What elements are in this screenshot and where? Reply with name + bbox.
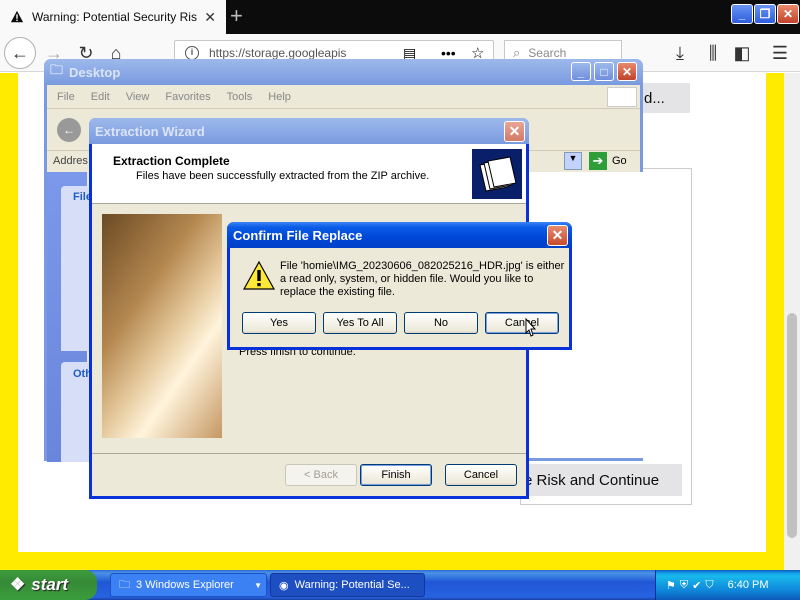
address-dropdown-icon[interactable]: ▼ — [564, 152, 582, 170]
back-button[interactable]: < Back — [285, 464, 357, 486]
folder-icon: 🗀 — [119, 578, 130, 591]
sidebar-icon[interactable]: ◧ — [728, 39, 756, 67]
maximize-button[interactable]: ❐ — [754, 4, 776, 24]
menu-tools[interactable]: Tools — [227, 91, 253, 103]
confirm-file-replace-dialog: Confirm File Replace ✕ File 'homie\IMG_2… — [227, 222, 572, 350]
new-tab-button[interactable]: + — [230, 3, 243, 29]
browser-tab[interactable]: Warning: Potential Security Risk A ✕ — [0, 0, 226, 34]
windows-logo-icon — [607, 87, 637, 107]
wizard-divider — [92, 453, 526, 454]
close-button[interactable]: ✕ — [777, 4, 799, 24]
menu-icon[interactable]: ☰ — [766, 39, 794, 67]
windows-flag-icon: ❖ — [10, 575, 26, 594]
security-shield-icon[interactable]: ⛨ — [680, 579, 688, 592]
page-scrollbar[interactable] — [784, 73, 800, 570]
desktop-minimize-button[interactable]: _ — [571, 62, 591, 81]
go-arrow-icon[interactable]: ➔ — [589, 152, 607, 170]
wizard-subheading: Files have been successfully extracted f… — [136, 170, 430, 182]
address-label: Addres — [53, 155, 88, 167]
go-label[interactable]: Go — [612, 155, 627, 167]
start-label: start — [31, 575, 69, 594]
wizard-titlebar[interactable]: Extraction Wizard ✕ — [89, 118, 529, 144]
wizard-title: Extraction Wizard — [95, 123, 205, 139]
menu-edit[interactable]: Edit — [91, 91, 110, 103]
scrollbar-thumb[interactable] — [787, 313, 797, 538]
finish-button[interactable]: Finish — [360, 464, 432, 486]
desktop-title: Desktop — [69, 64, 121, 80]
yes-button[interactable]: Yes — [242, 312, 316, 334]
taskbar-explorer-button[interactable]: 🗀 3 Windows Explorer ▼ — [110, 573, 267, 597]
dialog-title: Confirm File Replace — [233, 227, 363, 243]
folder-icon: 🗀 — [50, 62, 64, 77]
url-text: https://storage.googleapis — [209, 46, 347, 60]
dialog-message: File 'homie\IMG_20230606_082025216_HDR.j… — [280, 260, 565, 298]
warning-icon — [10, 10, 24, 23]
network-icon[interactable]: ⚑ — [666, 579, 676, 592]
menu-view[interactable]: View — [126, 91, 150, 103]
task-pane: File Oth — [47, 172, 101, 462]
dialog-titlebar[interactable]: Confirm File Replace ✕ — [227, 222, 572, 248]
desktop-close-button[interactable]: ✕ — [617, 62, 637, 81]
advanced-button[interactable]: d... — [640, 83, 690, 113]
desktop-maximize-button[interactable]: □ — [594, 62, 614, 81]
desktop-titlebar[interactable]: 🗀 Desktop _ □ ✕ — [44, 59, 643, 85]
no-button[interactable]: No — [404, 312, 478, 334]
start-button[interactable]: ❖ start — [0, 570, 97, 600]
taskbar-firefox-label: Warning: Potential Se... — [294, 579, 410, 591]
wizard-header: Extraction Complete Files have been succ… — [92, 144, 526, 204]
menu-favorites[interactable]: Favorites — [165, 91, 210, 103]
group-arrow-icon: ▼ — [254, 580, 262, 590]
wizard-cancel-button[interactable]: Cancel — [445, 464, 517, 486]
accept-risk-button[interactable]: e Risk and Continue — [520, 464, 682, 496]
warning-icon — [243, 260, 275, 290]
back-button[interactable]: ← — [4, 37, 36, 69]
update-icon[interactable]: ✔ — [692, 579, 701, 592]
tab-title: Warning: Potential Security Risk A — [32, 10, 197, 24]
taskbar-explorer-label: 3 Windows Explorer — [136, 579, 234, 591]
menu-file[interactable]: File — [57, 91, 75, 103]
mouse-cursor-icon — [525, 318, 537, 337]
tab-close-icon[interactable]: ✕ — [204, 9, 216, 26]
clock[interactable]: 6:40 PM — [728, 579, 769, 591]
info-icon[interactable]: i — [185, 46, 199, 60]
wizard-heading: Extraction Complete — [113, 154, 230, 168]
menu-help[interactable]: Help — [268, 91, 291, 103]
zip-folder-icon — [472, 149, 522, 199]
system-tray: ⚑ ⛨ ✔ ⛉ 6:40 PM — [655, 570, 800, 600]
wizard-close-button[interactable]: ✕ — [504, 121, 525, 142]
download-icon[interactable]: ⤓ — [666, 39, 694, 67]
library-icon[interactable]: ⫼ — [699, 39, 727, 67]
taskbar-firefox-button[interactable]: ◉ Warning: Potential Se... — [270, 573, 425, 597]
firefox-icon: ◉ — [279, 579, 289, 592]
taskbar: ❖ start 🗀 3 Windows Explorer ▼ ◉ Warning… — [0, 570, 800, 600]
antivirus-icon[interactable]: ⛉ — [705, 579, 713, 592]
yes-to-all-button[interactable]: Yes To All — [323, 312, 397, 334]
dialog-close-button[interactable]: ✕ — [547, 225, 568, 246]
minimize-button[interactable]: _ — [731, 4, 753, 24]
browser-tab-bar: Warning: Potential Security Risk A ✕ + _… — [0, 0, 800, 34]
desktop-menubar: File Edit View Favorites Tools Help — [47, 85, 640, 109]
explorer-back-icon[interactable]: ← — [57, 118, 81, 142]
search-placeholder: Search — [528, 46, 567, 60]
wizard-side-image — [102, 214, 222, 438]
